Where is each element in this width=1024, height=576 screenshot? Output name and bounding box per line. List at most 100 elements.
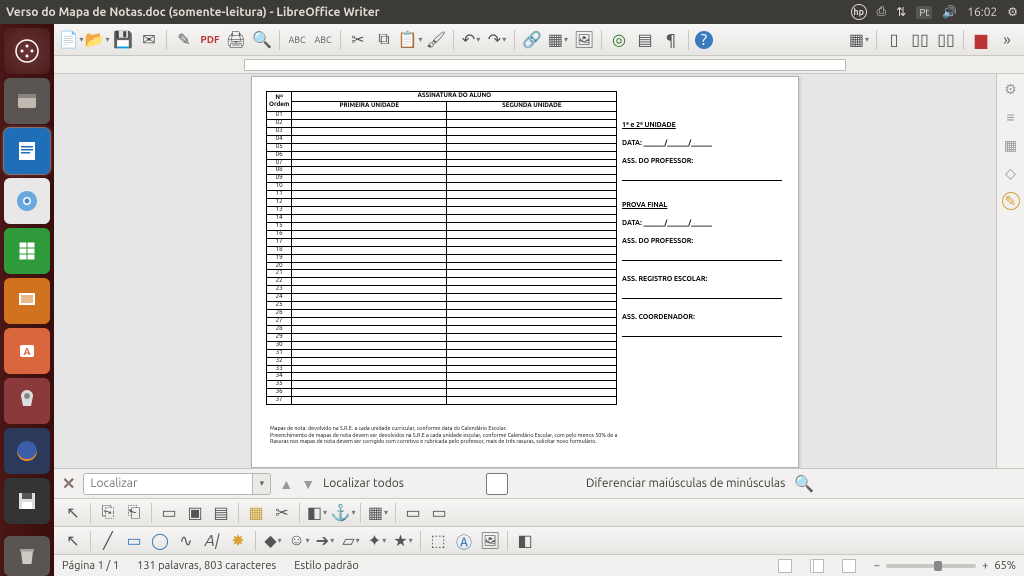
chromium-icon[interactable] — [4, 178, 50, 224]
gallery-button[interactable]: ▤ — [634, 29, 656, 51]
status-wordcount[interactable]: 131 palavras, 803 caracteres — [137, 560, 276, 572]
table-grid-button[interactable]: ▦▾ — [848, 29, 870, 51]
autospell-button[interactable]: ABC — [312, 29, 334, 51]
basic-shapes-icon[interactable]: ◆▾ — [262, 530, 284, 552]
firefox-icon[interactable] — [4, 428, 50, 474]
zoom-value[interactable]: 65% — [994, 560, 1016, 572]
edit-mode-button[interactable]: ✎ — [173, 29, 195, 51]
status-style[interactable]: Estilo padrão — [294, 560, 359, 572]
fontwork-icon[interactable]: Ⓐ — [453, 530, 475, 552]
column-1-button[interactable]: ▯ — [883, 29, 905, 51]
borders-icon[interactable]: ▦▾ — [367, 502, 389, 524]
sidebar-styles-icon[interactable]: ≡ — [1002, 108, 1020, 126]
dash-icon[interactable] — [4, 28, 50, 74]
sidebar-gallery-icon[interactable]: ▦ — [1002, 136, 1020, 154]
rect-icon[interactable]: ▭ — [123, 530, 145, 552]
anchor-page-icon[interactable]: ⎘ — [97, 502, 119, 524]
horizontal-ruler[interactable] — [54, 56, 1024, 74]
highlight-color-button[interactable]: ▆ — [970, 29, 992, 51]
hyperlink-button[interactable]: 🔗 — [521, 29, 543, 51]
libreoffice-calc-icon[interactable] — [4, 228, 50, 274]
email-button[interactable]: ✉ — [138, 29, 160, 51]
print-button[interactable]: 🖨 — [225, 29, 247, 51]
column-2-button[interactable]: ▯▯ — [909, 29, 931, 51]
crop-icon[interactable]: ✂ — [271, 502, 293, 524]
freeform-icon[interactable]: ∿ — [175, 530, 197, 552]
navigator-button[interactable]: ◎ — [608, 29, 630, 51]
undo-button[interactable]: ↶▾ — [460, 29, 482, 51]
ellipse-icon[interactable]: ◯ — [149, 530, 171, 552]
print-preview-button[interactable]: 🔍 — [251, 29, 273, 51]
column-3-button[interactable]: ▯▯ — [935, 29, 957, 51]
new-doc-button[interactable]: 📄▾ — [60, 29, 82, 51]
spellcheck-button[interactable]: ABC — [286, 29, 308, 51]
printer-indicator-icon[interactable]: ⎙ — [877, 5, 887, 19]
find-input[interactable] — [83, 473, 253, 495]
save-disk-icon[interactable] — [4, 478, 50, 524]
find-all-button[interactable]: Localizar todos — [323, 477, 404, 490]
arrow-shapes-icon[interactable]: ➔▾ — [314, 530, 336, 552]
find-next-button[interactable]: ▼ — [301, 476, 315, 492]
document-canvas[interactable]: Nº Ordem ASSINATURA DO ALUNO PRIMEIRA UN… — [54, 74, 996, 468]
match-case-input[interactable] — [412, 473, 582, 495]
redo-button[interactable]: ↷▾ — [486, 29, 508, 51]
find-prev-button[interactable]: ▲ — [279, 476, 293, 492]
format-paintbrush-button[interactable]: 🖌 — [425, 29, 447, 51]
callout-shapes-icon[interactable]: ✦▾ — [366, 530, 388, 552]
copy-button[interactable]: ⧉ — [373, 29, 395, 51]
clock[interactable]: 16:02 — [967, 6, 997, 19]
from-file-icon[interactable]: 🖼 — [479, 530, 501, 552]
status-page[interactable]: Página 1 / 1 — [62, 560, 119, 572]
sidebar-functions-icon[interactable]: ✎ — [1002, 192, 1020, 210]
network-indicator-icon[interactable]: ⇅ — [896, 5, 906, 19]
select-tool-icon[interactable]: ↖ — [62, 502, 84, 524]
wrap-through-icon[interactable]: ▤ — [210, 502, 232, 524]
wrap-page-icon[interactable]: ▣ — [184, 502, 206, 524]
find-options-icon[interactable]: 🔍 — [793, 473, 815, 495]
anchor-para-icon[interactable]: ⎗ — [123, 502, 145, 524]
sidebar-navigator-icon[interactable]: ◇ — [1002, 164, 1020, 182]
paste-button[interactable]: 📋▾ — [399, 29, 421, 51]
open-button[interactable]: 📂▾ — [86, 29, 108, 51]
find-history-dropdown[interactable]: ▾ — [253, 473, 271, 495]
zoom-control[interactable]: − + 65% — [874, 560, 1016, 572]
toolbar-overflow-button[interactable]: » — [996, 29, 1018, 51]
save-button[interactable]: 💾 — [112, 29, 134, 51]
image-insert-button[interactable]: 🖼 — [573, 29, 595, 51]
hp-indicator-icon[interactable]: hp — [851, 4, 867, 20]
align-left-obj-icon[interactable]: ◧▾ — [306, 502, 328, 524]
zoom-in-icon[interactable]: + — [982, 560, 988, 572]
zoom-slider[interactable] — [886, 564, 976, 568]
wrap-off-icon[interactable]: ▭ — [158, 502, 180, 524]
nonprinting-button[interactable]: ¶ — [660, 29, 682, 51]
settings-icon[interactable] — [4, 378, 50, 424]
sidebar-properties-icon[interactable]: ⚙ — [1002, 80, 1020, 98]
table-insert-button[interactable]: ▦▾ — [547, 29, 569, 51]
view-multi-icon[interactable] — [810, 559, 824, 573]
extrusion-icon[interactable]: ◧ — [514, 530, 536, 552]
flowchart-icon[interactable]: ▱▾ — [340, 530, 362, 552]
line-icon[interactable]: ╱ — [97, 530, 119, 552]
libreoffice-impress-icon[interactable] — [4, 278, 50, 324]
libreoffice-writer-icon[interactable] — [4, 128, 50, 174]
bring-front-icon[interactable]: ▭ — [402, 502, 424, 524]
select-draw-icon[interactable]: ↖ — [62, 530, 84, 552]
star-shapes-icon[interactable]: ★▾ — [392, 530, 414, 552]
textbox-icon[interactable]: A| — [201, 530, 223, 552]
files-icon[interactable] — [4, 78, 50, 124]
points-edit-icon[interactable]: ⬚ — [427, 530, 449, 552]
anchor-menu-icon[interactable]: ⚓▾ — [332, 502, 354, 524]
keyboard-layout-indicator[interactable]: Pt — [916, 6, 932, 19]
zoom-out-icon[interactable]: − — [874, 560, 880, 572]
symbol-shapes-icon[interactable]: ☺▾ — [288, 530, 310, 552]
callout-icon[interactable]: ✸ — [227, 530, 249, 552]
sound-indicator-icon[interactable]: 🔊 — [942, 5, 957, 19]
close-findbar-button[interactable]: ✕ — [62, 474, 75, 493]
trash-icon[interactable] — [4, 536, 50, 576]
match-case-checkbox[interactable]: Diferenciar maiúsculas de minúsculas — [412, 473, 785, 495]
rotate-icon[interactable]: ▦ — [245, 502, 267, 524]
view-single-icon[interactable] — [778, 559, 792, 573]
help-button[interactable]: ? — [695, 31, 713, 49]
send-back-icon[interactable]: ▭ — [428, 502, 450, 524]
ubuntu-software-icon[interactable]: A — [4, 328, 50, 374]
